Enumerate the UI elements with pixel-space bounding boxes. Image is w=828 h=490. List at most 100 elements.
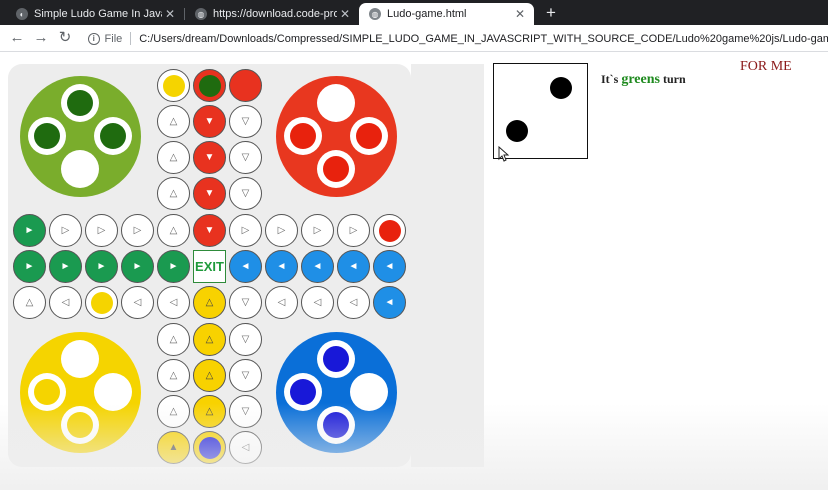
blue-home-slot[interactable] xyxy=(317,406,355,444)
board-cell[interactable]: ◁ xyxy=(265,286,298,319)
yellow-home-slot[interactable] xyxy=(61,406,99,444)
board-cell[interactable] xyxy=(193,431,226,464)
tab-simple-ludo[interactable]: ◐ Simple Ludo Game In JavaScript ✕ xyxy=(6,3,184,25)
board-cell[interactable]: ▷ xyxy=(49,214,82,247)
board-cell[interactable] xyxy=(193,69,226,102)
board-cell[interactable]: ◁ xyxy=(49,286,82,319)
yellow-token[interactable] xyxy=(90,291,113,314)
green-token[interactable] xyxy=(34,123,60,149)
tab-ludo-game[interactable]: ◍ Ludo-game.html ✕ xyxy=(359,3,534,25)
board-cell[interactable]: △ xyxy=(193,395,226,428)
green-token[interactable] xyxy=(198,74,221,97)
board-cell[interactable]: ▼ xyxy=(193,141,226,174)
red-home-slot[interactable] xyxy=(317,150,355,188)
direction-arrow-icon: △ xyxy=(205,333,214,345)
url-text[interactable]: C:/Users/dream/Downloads/Compressed/SIMP… xyxy=(139,33,828,45)
board-cell[interactable]: ▷ xyxy=(85,214,118,247)
board-cell[interactable]: ▼ xyxy=(193,214,226,247)
board-cell[interactable]: △ xyxy=(157,141,190,174)
red-home-slot[interactable] xyxy=(284,117,322,155)
red-token[interactable] xyxy=(356,123,382,149)
direction-arrow-icon: ▷ xyxy=(313,224,322,236)
address-bar[interactable]: i File C:/Users/dream/Downloads/Compress… xyxy=(82,27,828,50)
board-cell[interactable]: ▼ xyxy=(193,105,226,138)
blue-home-slot xyxy=(350,373,388,411)
board-cell[interactable] xyxy=(85,286,118,319)
blue-token[interactable] xyxy=(323,412,349,438)
board-cell[interactable]: △ xyxy=(193,359,226,392)
board-cell[interactable]: ▷ xyxy=(337,214,370,247)
board-cell[interactable]: ◁ xyxy=(229,431,262,464)
board-cell[interactable]: ▽ xyxy=(229,105,262,138)
close-icon[interactable]: ✕ xyxy=(512,7,528,21)
back-arrow-icon[interactable]: ← xyxy=(7,28,27,48)
yellow-token[interactable] xyxy=(162,74,185,97)
board-cell[interactable]: ◁ xyxy=(337,286,370,319)
board-cell[interactable]: ► xyxy=(13,214,46,247)
board-cell[interactable]: ◄ xyxy=(229,250,262,283)
board-cell[interactable]: ◄ xyxy=(373,250,406,283)
close-icon[interactable]: ✕ xyxy=(162,7,178,21)
blue-token[interactable] xyxy=(290,379,316,405)
board-cell[interactable]: △ xyxy=(157,359,190,392)
board-cell[interactable]: △ xyxy=(157,105,190,138)
board-cell[interactable]: ▽ xyxy=(229,286,262,319)
board-cell[interactable]: ▽ xyxy=(229,177,262,210)
board-cell[interactable]: ▷ xyxy=(121,214,154,247)
reload-icon[interactable]: ↻ xyxy=(55,28,75,48)
board-cell[interactable]: ◁ xyxy=(121,286,154,319)
forward-arrow-icon[interactable]: → xyxy=(31,28,51,48)
yellow-home-slot[interactable] xyxy=(28,373,66,411)
board-cell[interactable]: △ xyxy=(157,177,190,210)
board-cell[interactable]: ► xyxy=(121,250,154,283)
board-cell[interactable]: △ xyxy=(193,286,226,319)
board-cell[interactable]: ▲ xyxy=(157,431,190,464)
board-cell[interactable]: ▽ xyxy=(229,141,262,174)
board-cell[interactable]: ◁ xyxy=(301,286,334,319)
blue-token[interactable] xyxy=(323,346,349,372)
board-cell[interactable] xyxy=(229,69,262,102)
board-cell[interactable]: ◄ xyxy=(337,250,370,283)
red-token[interactable] xyxy=(323,156,349,182)
board-cell[interactable] xyxy=(157,69,190,102)
board-cell[interactable]: ▷ xyxy=(265,214,298,247)
green-home-slot[interactable] xyxy=(61,84,99,122)
yellow-token[interactable] xyxy=(67,412,93,438)
info-icon[interactable]: i xyxy=(88,32,100,45)
board-cell[interactable]: ▷ xyxy=(301,214,334,247)
board-cell[interactable]: △ xyxy=(157,323,190,356)
board-cell[interactable]: △ xyxy=(13,286,46,319)
board-cell[interactable]: ► xyxy=(13,250,46,283)
board-cell[interactable]: △ xyxy=(157,214,190,247)
board-cell[interactable]: ◄ xyxy=(301,250,334,283)
board-cell[interactable] xyxy=(373,214,406,247)
yellow-token[interactable] xyxy=(34,379,60,405)
blue-token[interactable] xyxy=(198,436,221,459)
red-token[interactable] xyxy=(378,219,401,242)
board-cell[interactable]: ▽ xyxy=(229,395,262,428)
board-cell[interactable]: ◄ xyxy=(373,286,406,319)
board-cell[interactable]: △ xyxy=(193,323,226,356)
board-cell[interactable]: ◄ xyxy=(265,250,298,283)
green-home-slot[interactable] xyxy=(28,117,66,155)
green-token[interactable] xyxy=(67,90,93,116)
board-cell[interactable]: ▷ xyxy=(229,214,262,247)
board-cell[interactable]: ▼ xyxy=(193,177,226,210)
green-token[interactable] xyxy=(100,123,126,149)
board-cell[interactable]: ▽ xyxy=(229,359,262,392)
red-token[interactable] xyxy=(290,123,316,149)
board-cell[interactable]: ► xyxy=(85,250,118,283)
board-cell[interactable]: ◁ xyxy=(157,286,190,319)
board-cell[interactable]: ▽ xyxy=(229,323,262,356)
board-cell[interactable]: ► xyxy=(49,250,82,283)
board-cell[interactable]: ► xyxy=(157,250,190,283)
tab-download[interactable]: ◍ https://download.code-projects. ✕ xyxy=(185,3,359,25)
board-cell[interactable]: △ xyxy=(157,395,190,428)
red-home-slot[interactable] xyxy=(350,117,388,155)
close-icon[interactable]: ✕ xyxy=(337,7,353,21)
blue-home-slot[interactable] xyxy=(284,373,322,411)
dice[interactable] xyxy=(493,63,588,159)
blue-home-slot[interactable] xyxy=(317,340,355,378)
green-home-slot[interactable] xyxy=(94,117,132,155)
new-tab-button[interactable]: + xyxy=(541,3,561,23)
